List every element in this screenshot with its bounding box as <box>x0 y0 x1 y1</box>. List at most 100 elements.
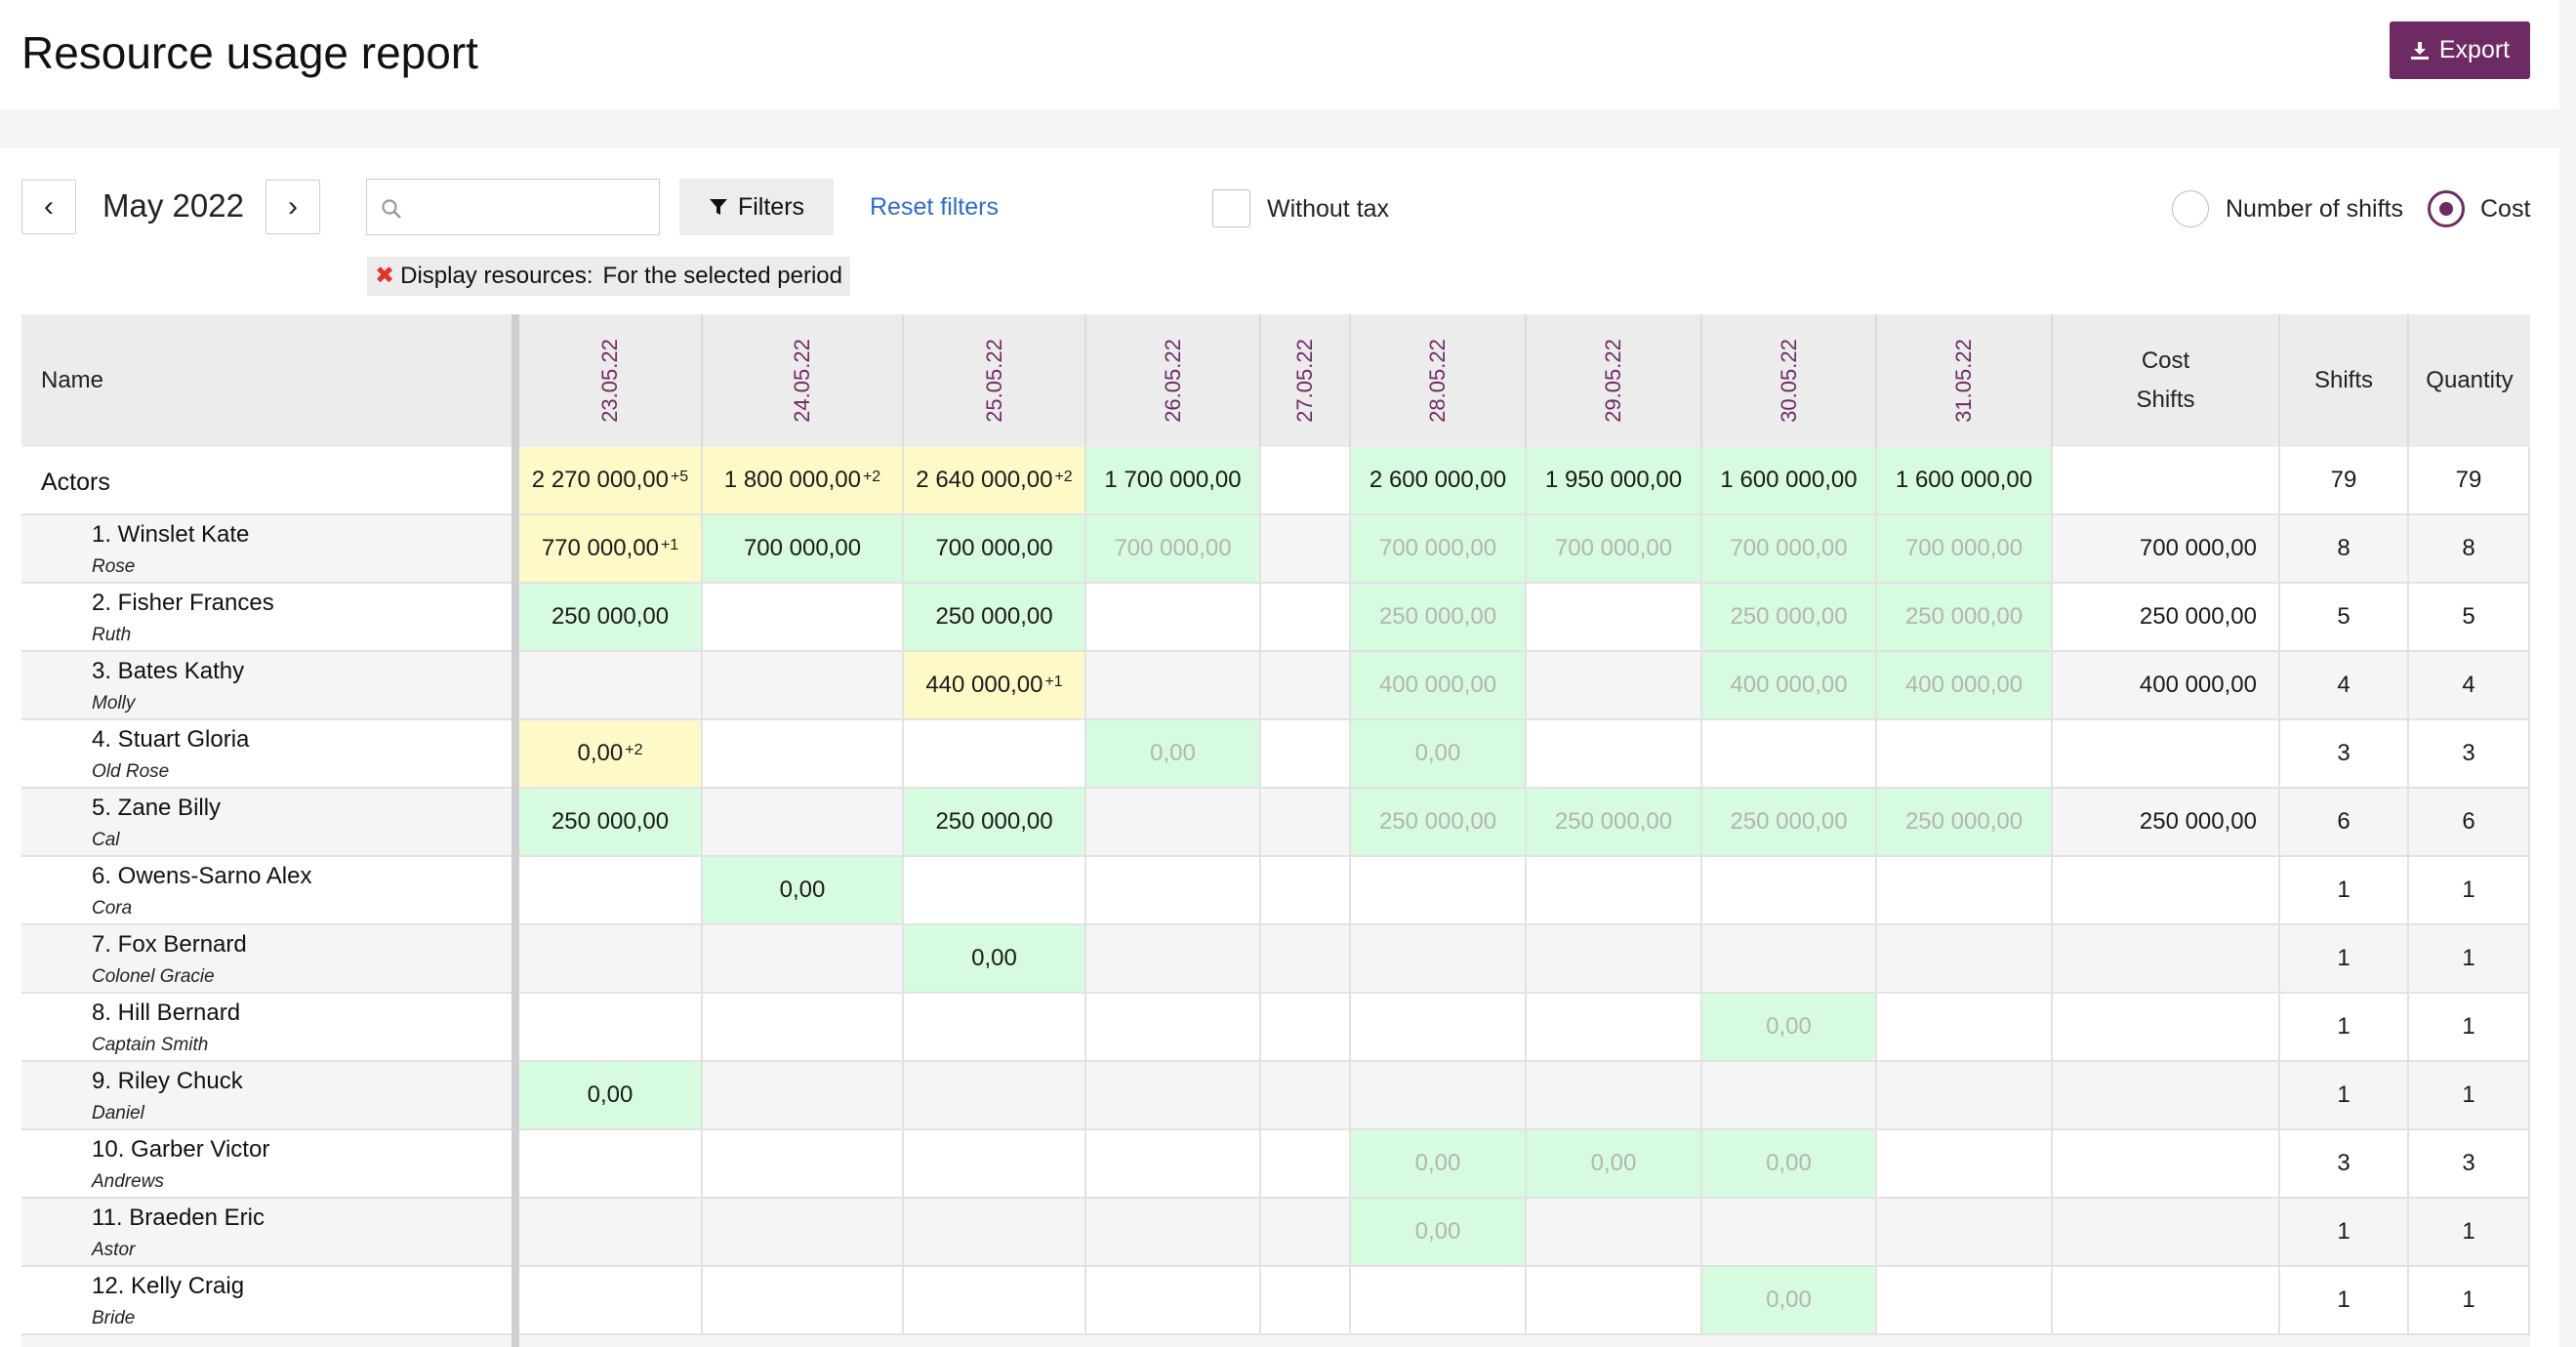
day-cell[interactable] <box>519 1267 703 1335</box>
day-cell[interactable] <box>1086 652 1261 720</box>
day-cell[interactable]: 700 000,00 <box>904 515 1086 584</box>
day-cell[interactable] <box>1351 857 1527 925</box>
date-header[interactable]: 28.05.22 <box>1351 314 1527 447</box>
table-row-name[interactable]: 6. Owens-Sarno Alex Cora <box>21 857 511 925</box>
day-cell[interactable] <box>1086 1062 1261 1130</box>
day-cell[interactable] <box>1261 1130 1351 1199</box>
mode-shifts-radio[interactable] <box>2172 190 2209 227</box>
day-cell[interactable] <box>1086 1267 1261 1335</box>
day-cell[interactable]: 250 000,00 <box>519 789 703 857</box>
day-cell[interactable]: 700 000,00 <box>1086 515 1261 584</box>
day-cell[interactable] <box>1702 925 1877 994</box>
table-row-name[interactable]: 7. Fox Bernard Colonel Gracie <box>21 925 511 994</box>
day-cell[interactable]: 0,00 <box>904 925 1086 994</box>
table-row-name[interactable]: 10. Garber Victor Andrews <box>21 1130 511 1199</box>
day-cell[interactable] <box>1527 584 1702 652</box>
day-cell[interactable] <box>703 1199 904 1267</box>
day-cell[interactable] <box>519 994 703 1062</box>
column-splitter[interactable] <box>511 314 519 1347</box>
day-cell[interactable]: 700 000,00 <box>1702 515 1877 584</box>
day-cell[interactable] <box>703 1267 904 1335</box>
day-cell[interactable]: 1 700 000,00 <box>1086 447 1261 515</box>
day-cell[interactable] <box>1527 857 1702 925</box>
day-cell[interactable]: 0,00 <box>1527 1130 1702 1199</box>
day-cell[interactable] <box>1877 925 2053 994</box>
date-header[interactable]: 25.05.22 <box>904 314 1086 447</box>
mode-cost-radio[interactable] <box>2428 190 2465 227</box>
day-cell[interactable] <box>1261 1199 1351 1267</box>
day-cell[interactable] <box>1261 447 1351 515</box>
day-cell[interactable] <box>1086 1130 1261 1199</box>
day-cell[interactable] <box>1086 857 1261 925</box>
day-cell[interactable] <box>1877 857 2053 925</box>
export-button[interactable]: Export <box>2390 21 2530 79</box>
day-cell[interactable] <box>519 1130 703 1199</box>
day-cell[interactable]: 400 000,00 <box>1351 652 1527 720</box>
day-cell[interactable]: 0,00 <box>1351 1130 1527 1199</box>
day-cell[interactable]: 250 000,00 <box>519 584 703 652</box>
search-input[interactable] <box>414 185 652 230</box>
day-cell[interactable] <box>1702 720 1877 789</box>
day-cell[interactable] <box>1261 994 1351 1062</box>
date-header[interactable]: 24.05.22 <box>703 314 904 447</box>
day-cell[interactable]: 1 600 000,00 <box>1877 447 2053 515</box>
day-cell[interactable] <box>1351 994 1527 1062</box>
day-cell[interactable] <box>1351 925 1527 994</box>
date-header[interactable]: 30.05.22 <box>1702 314 1877 447</box>
day-cell[interactable] <box>703 584 904 652</box>
day-cell[interactable]: 250 000,00 <box>1877 584 2053 652</box>
day-cell[interactable]: 250 000,00 <box>904 789 1086 857</box>
day-cell[interactable] <box>1351 1267 1527 1335</box>
name-column-header[interactable]: Name <box>41 314 236 447</box>
table-row-name[interactable]: 4. Stuart Gloria Old Rose <box>21 720 511 789</box>
next-month-button[interactable]: › <box>266 180 320 234</box>
table-row-name[interactable]: 11. Braeden Eric Astor <box>21 1199 511 1267</box>
day-cell[interactable]: 0,00 <box>1086 720 1261 789</box>
day-cell[interactable] <box>1877 720 2053 789</box>
day-cell[interactable]: 1 950 000,00 <box>1527 447 1702 515</box>
group-row-name[interactable]: Actors <box>21 447 511 515</box>
day-cell[interactable] <box>519 857 703 925</box>
cost-column-header[interactable]: Cost Shifts <box>2053 314 2280 447</box>
day-cell[interactable] <box>1527 720 1702 789</box>
day-cell[interactable]: 250 000,00 <box>1351 789 1527 857</box>
day-cell[interactable]: 250 000,00 <box>1527 789 1702 857</box>
reset-filters-link[interactable]: Reset filters <box>870 193 999 222</box>
day-cell[interactable] <box>1527 1062 1702 1130</box>
day-cell[interactable]: 2 600 000,00 <box>1351 447 1527 515</box>
day-cell[interactable]: 0,00 <box>703 857 904 925</box>
day-cell[interactable] <box>1261 515 1351 584</box>
table-row-name[interactable]: 2. Fisher Frances Ruth <box>21 584 511 652</box>
day-cell[interactable] <box>1527 994 1702 1062</box>
day-cell[interactable] <box>1261 1062 1351 1130</box>
table-row-name[interactable]: 3. Bates Kathy Molly <box>21 652 511 720</box>
day-cell[interactable] <box>703 1130 904 1199</box>
day-cell[interactable] <box>1086 994 1261 1062</box>
day-cell[interactable]: 1 800 000,00 +2 <box>703 447 904 515</box>
date-header[interactable]: 31.05.22 <box>1877 314 2053 447</box>
search-box[interactable] <box>366 179 660 235</box>
day-cell[interactable] <box>1261 857 1351 925</box>
day-cell[interactable] <box>1527 925 1702 994</box>
day-cell[interactable] <box>1877 1062 2053 1130</box>
remove-filter-icon[interactable]: ✖ <box>375 257 394 296</box>
table-row-name[interactable]: 1. Winslet Kate Rose <box>21 515 511 584</box>
day-cell[interactable]: 0,00 <box>1702 994 1877 1062</box>
scrollbar-track[interactable] <box>2559 0 2576 1347</box>
day-cell[interactable] <box>1702 1062 1877 1130</box>
table-row-name[interactable]: 9. Riley Chuck Daniel <box>21 1062 511 1130</box>
day-cell[interactable]: 440 000,00 +1 <box>904 652 1086 720</box>
day-cell[interactable] <box>1877 1267 2053 1335</box>
day-cell[interactable] <box>703 652 904 720</box>
day-cell[interactable] <box>1527 1199 1702 1267</box>
day-cell[interactable] <box>1351 1062 1527 1130</box>
without-tax-checkbox[interactable] <box>1212 189 1250 227</box>
day-cell[interactable] <box>1702 857 1877 925</box>
shifts-column-header[interactable]: Shifts <box>2280 314 2409 447</box>
date-header[interactable]: 29.05.22 <box>1527 314 1702 447</box>
day-cell[interactable]: 0,00 <box>1702 1130 1877 1199</box>
day-cell[interactable] <box>1261 652 1351 720</box>
day-cell[interactable]: 2 640 000,00 +2 <box>904 447 1086 515</box>
day-cell[interactable] <box>1086 789 1261 857</box>
day-cell[interactable]: 250 000,00 <box>1351 584 1527 652</box>
